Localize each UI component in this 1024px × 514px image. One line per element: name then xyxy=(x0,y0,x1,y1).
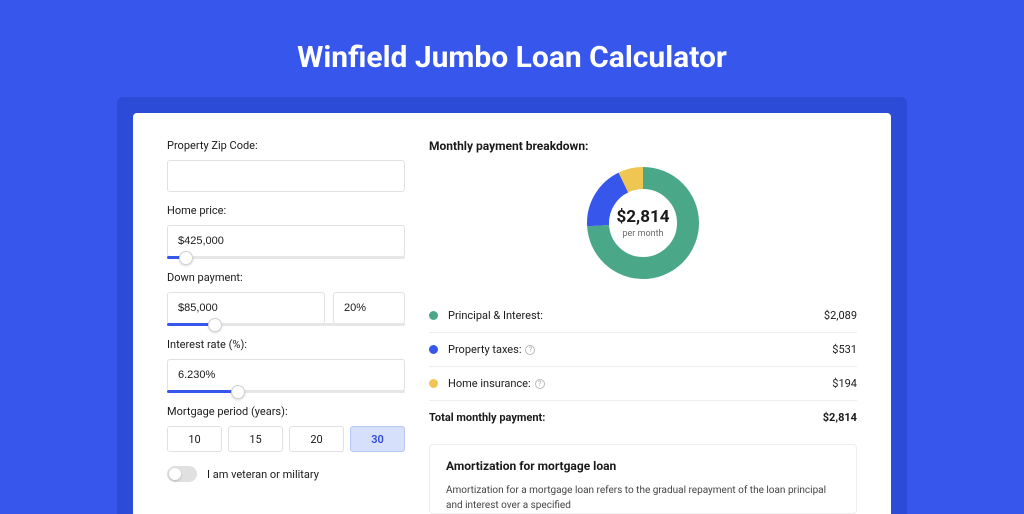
down-payment-slider[interactable] xyxy=(167,323,405,326)
breakdown-label-taxes: Property taxes: ? xyxy=(448,343,832,356)
down-payment-group: Down payment: xyxy=(167,271,405,326)
home-price-slider[interactable] xyxy=(167,256,405,259)
breakdown-value-taxes: $531 xyxy=(832,343,857,356)
breakdown-row-taxes: Property taxes: ? $531 xyxy=(429,332,857,366)
donut-center: $2,814 per month xyxy=(583,163,703,283)
zip-input[interactable] xyxy=(167,160,405,192)
veteran-toggle[interactable] xyxy=(167,466,197,482)
amortization-body: Amortization for a mortgage loan refers … xyxy=(446,483,840,513)
content-column: Monthly payment breakdown: $2,814 per mo… xyxy=(429,139,857,514)
down-payment-input[interactable] xyxy=(167,292,325,324)
donut-chart: $2,814 per month xyxy=(583,163,703,283)
breakdown-row-principal: Principal & Interest: $2,089 xyxy=(429,299,857,332)
breakdown-heading: Monthly payment breakdown: xyxy=(429,139,857,153)
info-icon[interactable]: ? xyxy=(525,345,535,355)
breakdown-total-label: Total monthly payment: xyxy=(429,411,823,424)
veteran-toggle-label: I am veteran or military xyxy=(207,468,319,481)
breakdown-label-principal: Principal & Interest: xyxy=(448,309,824,322)
breakdown-value-principal: $2,089 xyxy=(824,309,857,322)
home-price-group: Home price: xyxy=(167,204,405,259)
breakdown-label-taxes-text: Property taxes: xyxy=(448,343,521,356)
down-payment-slider-thumb[interactable] xyxy=(208,318,222,332)
period-btn-30[interactable]: 30 xyxy=(350,426,405,452)
donut-center-value: $2,814 xyxy=(617,207,670,227)
interest-rate-slider-fill xyxy=(167,390,238,393)
down-payment-pct-input[interactable] xyxy=(333,292,405,324)
breakdown-value-insurance: $194 xyxy=(832,377,857,390)
form-column: Property Zip Code: Home price: Down paym… xyxy=(167,139,405,514)
breakdown-label-principal-text: Principal & Interest: xyxy=(448,309,543,322)
period-btn-15[interactable]: 15 xyxy=(228,426,283,452)
dot-principal xyxy=(429,311,438,320)
mortgage-period-group: Mortgage period (years): 10 15 20 30 xyxy=(167,405,405,452)
zip-label: Property Zip Code: xyxy=(167,139,405,152)
mortgage-period-options: 10 15 20 30 xyxy=(167,426,405,452)
zip-group: Property Zip Code: xyxy=(167,139,405,192)
page-title: Winfield Jumbo Loan Calculator xyxy=(0,0,1024,97)
period-btn-20[interactable]: 20 xyxy=(289,426,344,452)
calculator-outer-card: Property Zip Code: Home price: Down paym… xyxy=(117,97,907,514)
breakdown-total-value: $2,814 xyxy=(823,411,857,424)
breakdown-label-insurance: Home insurance: ? xyxy=(448,377,832,390)
info-icon[interactable]: ? xyxy=(535,379,545,389)
interest-rate-slider[interactable] xyxy=(167,390,405,393)
donut-center-sub: per month xyxy=(622,229,663,239)
amortization-heading: Amortization for mortgage loan xyxy=(446,459,840,473)
period-btn-10[interactable]: 10 xyxy=(167,426,222,452)
home-price-slider-thumb[interactable] xyxy=(179,251,193,265)
interest-rate-label: Interest rate (%): xyxy=(167,338,405,351)
interest-rate-group: Interest rate (%): xyxy=(167,338,405,393)
amortization-card: Amortization for mortgage loan Amortizat… xyxy=(429,444,857,514)
interest-rate-input[interactable] xyxy=(167,359,405,391)
breakdown-label-insurance-text: Home insurance: xyxy=(448,377,531,390)
dot-taxes xyxy=(429,345,438,354)
veteran-toggle-row: I am veteran or military xyxy=(167,466,405,482)
home-price-label: Home price: xyxy=(167,204,405,217)
donut-chart-wrap: $2,814 per month xyxy=(429,163,857,283)
breakdown-row-total: Total monthly payment: $2,814 xyxy=(429,400,857,434)
interest-rate-slider-thumb[interactable] xyxy=(231,385,245,399)
down-payment-label: Down payment: xyxy=(167,271,405,284)
breakdown-list: Principal & Interest: $2,089 Property ta… xyxy=(429,299,857,434)
calculator-inner-card: Property Zip Code: Home price: Down paym… xyxy=(133,113,891,514)
mortgage-period-label: Mortgage period (years): xyxy=(167,405,405,418)
dot-insurance xyxy=(429,379,438,388)
breakdown-row-insurance: Home insurance: ? $194 xyxy=(429,366,857,400)
home-price-input[interactable] xyxy=(167,225,405,257)
